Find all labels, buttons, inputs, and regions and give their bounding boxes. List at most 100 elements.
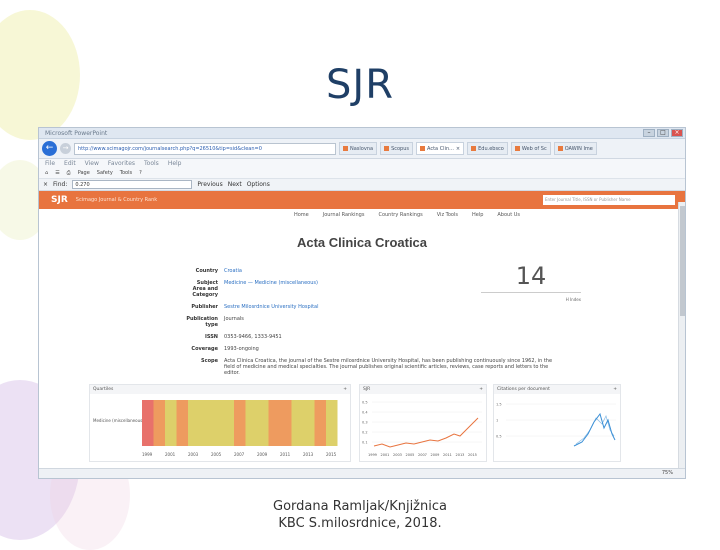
sjr-chart: 0.5 0.4 0.3 0.2 0.1 1999 2001 2003 2005 2007 2009… xyxy=(362,401,482,457)
help-icon[interactable]: ? xyxy=(139,170,142,176)
expand-icon[interactable]: + xyxy=(613,387,617,392)
expand-icon[interactable]: + xyxy=(343,387,347,392)
print-icon[interactable]: ⎙ xyxy=(67,170,71,176)
find-previous-button[interactable]: Previous xyxy=(197,181,222,188)
quartile-bars xyxy=(142,400,338,446)
year-tick-label: 2009 xyxy=(257,452,268,457)
year-tick-label: 1999 xyxy=(142,452,153,457)
citations-widget-title: Citations per document xyxy=(497,387,550,392)
address-bar[interactable]: http://www.scimagojr.com/journalsearch.p… xyxy=(74,142,336,155)
close-button[interactable]: × xyxy=(671,129,683,137)
browser-tab[interactable]: OAWIN Ime xyxy=(553,142,597,155)
sjr-tagline: Scimago Journal & Country Rank xyxy=(75,197,158,203)
slide-footer: Gordana Ramljak/Knjižnica KBC S.milosrdn… xyxy=(0,498,720,532)
menu-favorites[interactable]: Favorites xyxy=(108,160,135,167)
status-bar: 75% xyxy=(39,468,685,478)
year-tick-label: 2007 xyxy=(418,453,427,457)
find-input[interactable]: 0.270 xyxy=(72,180,193,189)
browser-tab-active[interactable]: Acta Clin... × xyxy=(416,142,465,155)
sjr-gridlines: 0.5 0.4 0.3 0.2 0.1 xyxy=(362,401,482,445)
y-tick-label: 1 xyxy=(496,419,498,423)
year-tick-label: 2009 xyxy=(431,453,440,457)
y-tick-label: 1.5 xyxy=(496,403,502,407)
forward-button[interactable]: → xyxy=(60,143,71,154)
menu-help[interactable]: Help xyxy=(168,160,182,167)
safety-menu[interactable]: Safety xyxy=(97,170,113,176)
y-tick-label: 0.5 xyxy=(362,401,368,405)
zoom-level[interactable]: 75% xyxy=(662,470,673,476)
browser-screenshot: Microsoft PowerPoint – □ × ← → http://ww… xyxy=(38,127,686,479)
year-tick-label: 2007 xyxy=(234,452,245,457)
nav-help[interactable]: Help xyxy=(472,212,483,218)
feeds-icon[interactable]: ☰ xyxy=(55,170,59,176)
quartile-cell xyxy=(291,400,303,446)
quartiles-category-label: Medicine (miscellaneous) xyxy=(93,418,144,423)
page-scrollbar[interactable] xyxy=(678,202,685,468)
close-find-icon[interactable]: × xyxy=(43,181,48,188)
browser-tab[interactable]: Scopus xyxy=(380,142,413,155)
menu-view[interactable]: View xyxy=(85,160,99,167)
minimize-button[interactable]: – xyxy=(643,129,655,137)
find-options-button[interactable]: Options xyxy=(247,181,270,188)
nav-viz-tools[interactable]: Viz Tools xyxy=(437,212,458,218)
quartile-cell xyxy=(188,400,200,446)
nav-home[interactable]: Home xyxy=(294,212,309,218)
publisher-link[interactable]: Sestre Milosrdnice University Hospital xyxy=(224,304,319,310)
browser-tab[interactable]: Web of Sc xyxy=(510,142,551,155)
sjr-nav: Home Journal Rankings Country Rankings V… xyxy=(39,209,685,221)
scrollbar-thumb[interactable] xyxy=(680,206,685,316)
nav-journal-rankings[interactable]: Journal Rankings xyxy=(323,212,365,218)
tab-favicon-icon xyxy=(420,146,425,151)
year-tick-label: 2005 xyxy=(406,453,415,457)
sjr-search-input[interactable]: Enter Journal Title, ISSN or Publisher N… xyxy=(543,195,675,205)
info-row-coverage: Coverage 1993-ongoing xyxy=(191,346,259,352)
country-link[interactable]: Croatia xyxy=(224,268,242,274)
quartile-cell xyxy=(303,400,315,446)
y-tick-label: 0.2 xyxy=(362,431,368,435)
find-label: Find: xyxy=(53,181,68,188)
menu-tools[interactable]: Tools xyxy=(144,160,159,167)
tab-favicon-icon xyxy=(557,146,563,151)
quartile-cell xyxy=(280,400,292,446)
y-tick-label: 0.4 xyxy=(362,411,368,415)
sjr-header: SJR Scimago Journal & Country Rank Enter… xyxy=(39,191,685,209)
quartile-cell xyxy=(142,400,154,446)
back-button[interactable]: ← xyxy=(42,141,57,156)
quartile-cell xyxy=(326,400,338,446)
year-tick-label: 2003 xyxy=(188,452,199,457)
year-tick-label: 1999 xyxy=(368,453,377,457)
h-index-box: 14 H Index xyxy=(481,262,581,302)
sjr-logo[interactable]: SJR xyxy=(51,195,68,205)
quartile-cell xyxy=(153,400,165,446)
year-tick-label: 2011 xyxy=(443,453,452,457)
expand-icon[interactable]: + xyxy=(479,387,483,392)
year-tick-label: 2001 xyxy=(165,452,176,457)
quartile-cell xyxy=(165,400,177,446)
citations-gridlines: 1.5 1 0.5 xyxy=(496,403,616,439)
find-next-button[interactable]: Next xyxy=(228,181,242,188)
browser-tab[interactable]: Edu.ebsco xyxy=(467,142,508,155)
menu-bar: File Edit View Favorites Tools Help xyxy=(39,159,685,168)
home-icon[interactable]: ⌂ xyxy=(45,170,48,176)
quartiles-widget: Quartiles + Medicine (miscellaneous) 1999… xyxy=(89,384,351,462)
maximize-button[interactable]: □ xyxy=(657,129,669,137)
menu-edit[interactable]: Edit xyxy=(64,160,76,167)
y-tick-label: 0.5 xyxy=(496,435,502,439)
info-row-issn: ISSN 0353-9466, 1333-9451 xyxy=(204,334,282,340)
journal-title: Acta Clinica Croatica xyxy=(296,235,428,250)
menu-file[interactable]: File xyxy=(45,160,55,167)
slide-title: SJR xyxy=(326,62,394,108)
subject-link[interactable]: Medicine — Medicine (miscellaneous) xyxy=(224,280,318,298)
nav-country-rankings[interactable]: Country Rankings xyxy=(378,212,422,218)
quartile-cell xyxy=(314,400,326,446)
quartile-year-ticks: 1999 2001 2003 2005 2007 2009 2011 2013 2015 xyxy=(142,452,337,457)
tools-menu[interactable]: Tools xyxy=(120,170,132,176)
quartiles-title: Quartiles xyxy=(93,387,114,392)
browser-tab[interactable]: Naslovna xyxy=(339,142,378,155)
page-menu[interactable]: Page xyxy=(78,170,90,176)
quartile-cell xyxy=(176,400,188,446)
nav-about-us[interactable]: About Us xyxy=(497,212,520,218)
citations-widget: Citations per document + 1.5 1 0.5 xyxy=(493,384,621,462)
find-bar: × Find: 0.270 Previous Next Options xyxy=(39,179,685,191)
address-row: ← → http://www.scimagojr.com/journalsear… xyxy=(39,139,685,159)
